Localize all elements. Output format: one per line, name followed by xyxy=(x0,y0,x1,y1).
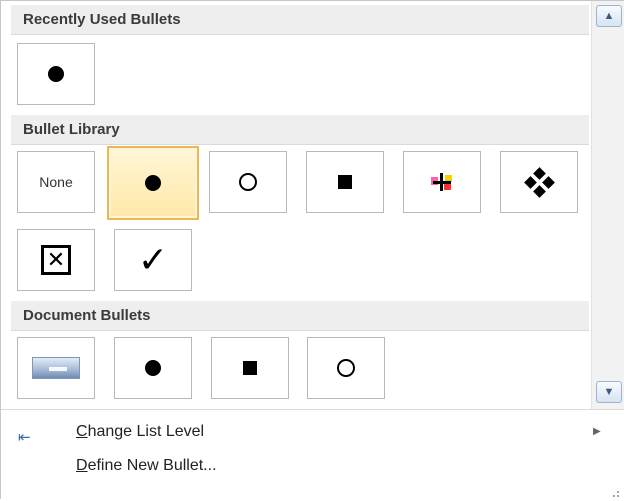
boxed-x-icon: ✕ xyxy=(41,245,71,275)
document-bullet-hollow-circle[interactable] xyxy=(307,337,385,399)
document-bullet-filled-circle[interactable] xyxy=(114,337,192,399)
recent-bullet-filled-circle[interactable] xyxy=(17,43,95,105)
scroll-down-button[interactable]: ▼ xyxy=(596,381,622,403)
menu-item-change-list-level[interactable]: ⇤ Change List Level ▶ xyxy=(1,416,624,448)
filled-circle-icon xyxy=(145,175,161,191)
section-header-recently-used: Recently Used Bullets xyxy=(11,5,589,35)
library-bullet-checkmark[interactable]: ✓ xyxy=(114,229,192,291)
scroll-down-arrow-icon: ▼ xyxy=(603,386,615,398)
filled-circle-icon xyxy=(48,66,64,82)
library-bullet-none[interactable]: None xyxy=(17,151,95,213)
gallery-scrollbar[interactable]: ▲ ▼ xyxy=(591,1,624,409)
accelerator-d: D xyxy=(76,457,88,474)
filled-square-icon xyxy=(338,175,352,189)
label-rest: hange List Level xyxy=(87,423,205,440)
scroll-up-button[interactable]: ▲ xyxy=(596,5,622,27)
filled-square-icon xyxy=(243,361,257,375)
library-bullet-hollow-circle[interactable] xyxy=(209,151,287,213)
filled-circle-icon xyxy=(145,360,161,376)
colored-cross-icon xyxy=(431,171,453,193)
checkmark-icon: ✓ xyxy=(137,239,169,280)
library-bullet-filled-square[interactable] xyxy=(306,151,384,213)
document-bullet-filled-square[interactable] xyxy=(211,337,289,399)
library-bullet-colored-cross[interactable] xyxy=(403,151,481,213)
indent-arrows-icon: ⇤ xyxy=(18,429,31,446)
gallery-menu: ⇤ Change List Level ▶ Define New Bullet.… xyxy=(1,409,624,501)
library-bullet-filled-circle[interactable] xyxy=(107,146,199,220)
four-diamonds-icon xyxy=(524,167,555,198)
menu-item-define-new-bullet-label: Define New Bullet... xyxy=(76,450,217,482)
document-bullet-picture[interactable] xyxy=(17,337,95,399)
library-bullet-four-diamonds[interactable] xyxy=(500,151,578,213)
picture-bullet-icon xyxy=(32,357,80,379)
hollow-circle-icon xyxy=(239,173,257,191)
resize-grip-icon[interactable] xyxy=(609,487,619,497)
none-label: None xyxy=(39,174,73,190)
bullet-gallery-dropdown: Recently Used Bullets Bullet Library Non… xyxy=(0,0,624,501)
library-bullet-boxed-x[interactable]: ✕ xyxy=(17,229,95,291)
menu-item-define-new-bullet[interactable]: Define New Bullet... xyxy=(1,450,624,482)
menu-item-change-list-level-label: Change List Level xyxy=(76,416,204,448)
hollow-circle-icon xyxy=(337,359,355,377)
label-rest: efine New Bullet... xyxy=(87,457,217,474)
scroll-up-arrow-icon: ▲ xyxy=(603,10,615,22)
submenu-arrow-icon: ▶ xyxy=(593,426,601,437)
accelerator-c: C xyxy=(76,423,88,440)
section-header-document-bullets: Document Bullets xyxy=(11,301,589,331)
section-header-bullet-library: Bullet Library xyxy=(11,115,589,145)
